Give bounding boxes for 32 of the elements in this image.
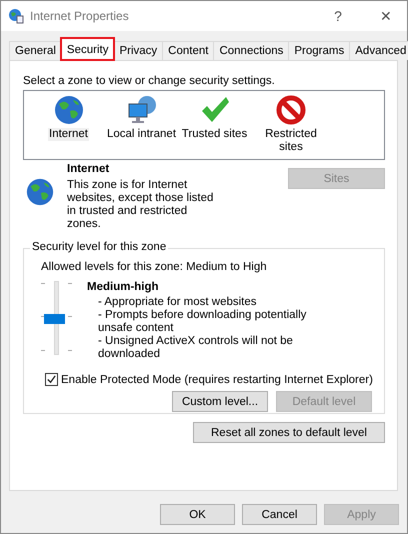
level-description: - Appropriate for most websites — [97, 296, 258, 309]
zone-prompt: Select a zone to view or change security settings. — [23, 75, 276, 87]
dialog-button[interactable]: OK — [160, 504, 235, 525]
level-description: - Unsigned ActiveX controls will not be downloaded — [97, 335, 294, 361]
zone-label[interactable]: Trusted sites — [180, 128, 248, 141]
tab[interactable]: General — [9, 41, 62, 60]
help-button[interactable]: ? — [317, 1, 359, 31]
slider-thumb[interactable] — [44, 314, 65, 324]
window-title: Internet Properties — [30, 9, 129, 23]
level-name: Medium-high — [87, 281, 160, 294]
zone-label[interactable]: Restricted sites — [251, 128, 331, 154]
zone-description: This zone is for Internet websites, except those listed in trusted and restricted zones. — [67, 179, 214, 231]
level-button[interactable]: Custom level... — [172, 391, 268, 412]
group-legend: Security level for this zone — [30, 241, 168, 253]
close-button[interactable]: ✕ — [365, 1, 407, 31]
globe-icon[interactable] — [52, 94, 84, 126]
no-entry-icon[interactable] — [275, 94, 307, 126]
zone-label[interactable]: Local intranet — [106, 128, 178, 141]
zone-title: Internet — [67, 163, 110, 176]
tab[interactable]: Security — [60, 38, 114, 60]
checkbox-label: Enable Protected Mode (requires restarting Internet Explorer) — [61, 374, 373, 386]
dialog-button[interactable]: Cancel — [242, 504, 317, 525]
globe-icon — [25, 177, 55, 207]
allowed-levels-text: Allowed levels for this zone: Medium to High — [41, 261, 268, 273]
security-slider[interactable] — [41, 281, 71, 356]
reset-button[interactable]: Reset all zones to default level — [193, 422, 385, 443]
zone-label[interactable]: Internet — [48, 128, 89, 141]
globe-icon — [8, 8, 24, 24]
monitor-globe-icon[interactable] — [126, 94, 158, 126]
tab[interactable]: Advanced — [349, 41, 408, 60]
checkbox[interactable] — [45, 373, 58, 386]
level-description: - Prompts before downloading potentially unsafe content — [97, 309, 308, 335]
